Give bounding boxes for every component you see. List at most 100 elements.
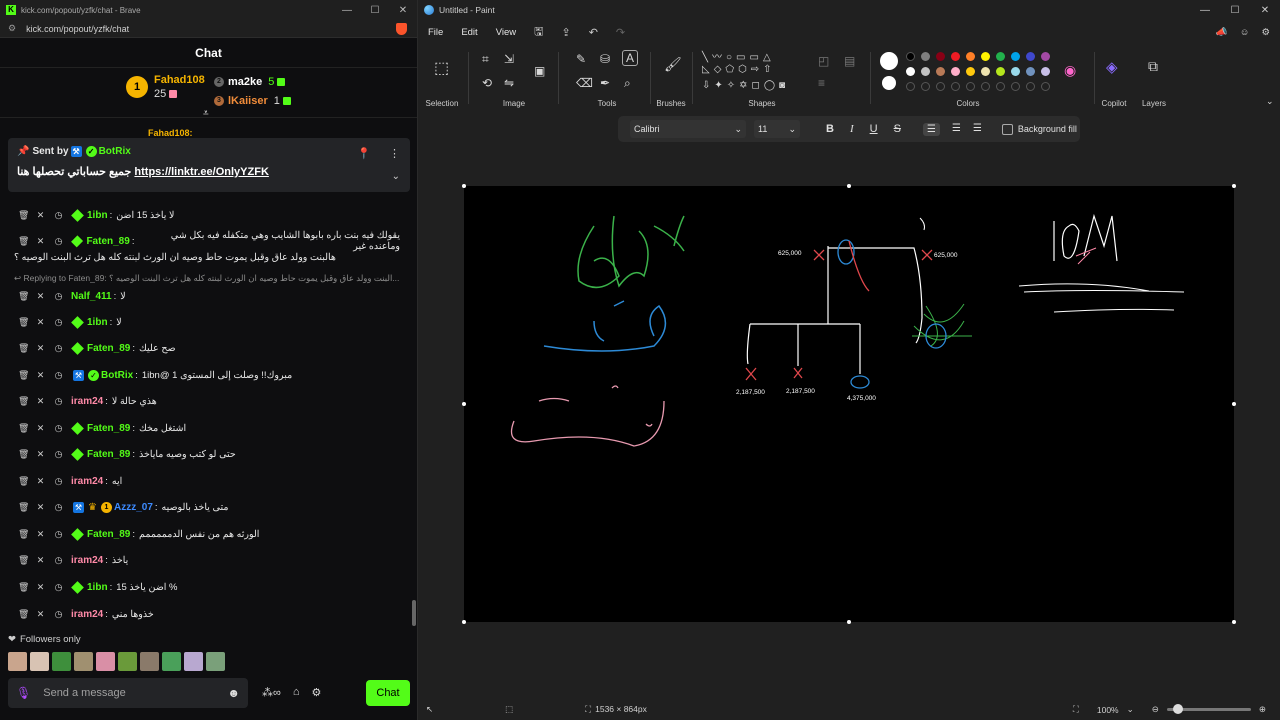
- delete-icon[interactable]: 🗑: [18, 343, 29, 354]
- chat-message[interactable]: 🗑 ✕ ◷ iram24: ايه: [0, 472, 400, 490]
- ban-icon[interactable]: ✕: [36, 449, 45, 460]
- chat-username[interactable]: Azzz_07: [114, 502, 153, 513]
- message-input[interactable]: 🎙 Send a message ☻: [8, 678, 248, 708]
- chat-message[interactable]: 🗑 ✕ ◷ 1ibn: لا: [0, 313, 400, 331]
- palette-swatch[interactable]: [981, 52, 990, 61]
- chat-message[interactable]: 🗑 ✕ ◷ ⚒ ✓ BotRix: مبروك!! وصلت إلى المستوى 1 @…: [0, 366, 400, 384]
- maximize-icon[interactable]: ☐: [1220, 5, 1250, 16]
- emote-9[interactable]: [184, 652, 203, 671]
- ban-icon[interactable]: ✕: [36, 236, 45, 247]
- timeout-icon[interactable]: ◷: [54, 210, 63, 221]
- custom-color-slot[interactable]: [921, 82, 930, 91]
- store-icon[interactable]: ⌂: [293, 686, 300, 699]
- emoji-icon[interactable]: ☻: [227, 686, 240, 700]
- chat-message[interactable]: 🗑 ✕ ◷ Faten_89: الورثه هم من نفس الدمممممم: [0, 525, 400, 543]
- ban-icon[interactable]: ✕: [36, 582, 45, 593]
- chevron-down-icon[interactable]: ⌄: [1127, 704, 1134, 715]
- chat-username[interactable]: 1ibn: [87, 210, 108, 221]
- palette-swatch[interactable]: [981, 67, 990, 76]
- chat-username[interactable]: Faten_89: [87, 449, 130, 460]
- chat-username[interactable]: Faten_89: [87, 423, 130, 434]
- chat-username[interactable]: 1ibn: [87, 582, 108, 593]
- chat-username[interactable]: iram24: [71, 609, 103, 620]
- palette-swatch[interactable]: [906, 52, 915, 61]
- timeout-icon[interactable]: ◷: [54, 370, 63, 381]
- timeout-icon[interactable]: ◷: [54, 317, 63, 328]
- color-picker-icon[interactable]: ✒: [600, 76, 610, 90]
- chat-username[interactable]: BotRix: [101, 370, 133, 381]
- custom-color-slot[interactable]: [1011, 82, 1020, 91]
- pinned-sender[interactable]: BotRix: [99, 146, 131, 157]
- timeout-icon[interactable]: ◷: [54, 609, 63, 620]
- feedback-icon[interactable]: 📣: [1216, 27, 1228, 38]
- timeout-icon[interactable]: ◷: [54, 502, 63, 513]
- canvas-resize-handle[interactable]: [847, 620, 851, 624]
- palette-swatch[interactable]: [966, 52, 975, 61]
- palette-swatch[interactable]: [996, 67, 1005, 76]
- fit-to-window-icon[interactable]: ⛶: [1073, 704, 1079, 715]
- chat-message[interactable]: 🗑 ✕ ◷ Faten_89: حتى لو كتب وصيه ماياخذ: [0, 445, 400, 463]
- chat-message[interactable]: 🗑 ✕ ◷ iram24: هذي حالة لا: [0, 392, 400, 410]
- color-2-swatch[interactable]: [882, 76, 896, 90]
- font-size-select[interactable]: 11 ⌄: [754, 120, 800, 138]
- palette-swatch[interactable]: [966, 67, 975, 76]
- timeout-icon[interactable]: ◷: [54, 449, 63, 460]
- layers-icon[interactable]: ⧉: [1148, 58, 1158, 75]
- address-bar[interactable]: ⚙ kick.com/popout/yzfk/chat: [0, 20, 417, 38]
- timeout-icon[interactable]: ◷: [54, 343, 63, 354]
- shapes-row-3[interactable]: ⇩✦✧✡◻◯◙: [702, 80, 789, 91]
- canvas-resize-handle[interactable]: [1232, 620, 1236, 624]
- timeout-icon[interactable]: ◷: [54, 476, 63, 487]
- zoom-level[interactable]: 100%: [1097, 705, 1119, 715]
- canvas-resize-handle[interactable]: [1232, 184, 1236, 188]
- custom-color-slot[interactable]: [981, 82, 990, 91]
- menu-file[interactable]: File: [428, 27, 443, 38]
- palette-swatch[interactable]: [921, 67, 930, 76]
- custom-color-slot[interactable]: [996, 82, 1005, 91]
- microphone-icon[interactable]: 🎙: [16, 686, 31, 700]
- unpin-icon[interactable]: 📍: [357, 147, 371, 160]
- delete-icon[interactable]: 🗑: [18, 582, 29, 593]
- timeout-icon[interactable]: ◷: [54, 529, 63, 540]
- ban-icon[interactable]: ✕: [36, 291, 45, 302]
- palette-swatch[interactable]: [1026, 67, 1035, 76]
- shape-fill-icon[interactable]: ▤: [844, 54, 855, 68]
- ban-icon[interactable]: ✕: [36, 370, 45, 381]
- palette-swatch[interactable]: [906, 67, 915, 76]
- canvas-resize-handle[interactable]: [847, 184, 851, 188]
- pencil-icon[interactable]: ✎: [576, 52, 586, 66]
- palette-swatch[interactable]: [951, 52, 960, 61]
- palette-swatch[interactable]: [1041, 67, 1050, 76]
- chat-username[interactable]: Faten_89: [87, 529, 130, 540]
- timeout-icon[interactable]: ◷: [54, 236, 63, 247]
- zoom-slider-knob[interactable]: [1172, 704, 1183, 714]
- chat-message[interactable]: 🗑 ✕ ◷ 1ibn: لا ياخذ 15 اضن: [0, 206, 400, 224]
- strikethrough-icon[interactable]: S: [894, 123, 901, 135]
- emote-1[interactable]: [8, 652, 27, 671]
- canvas-resize-handle[interactable]: [462, 184, 466, 188]
- bold-icon[interactable]: B: [826, 123, 834, 135]
- ban-icon[interactable]: ✕: [36, 396, 45, 407]
- ban-icon[interactable]: ✕: [36, 555, 45, 566]
- delete-icon[interactable]: 🗑: [18, 449, 29, 460]
- ban-icon[interactable]: ✕: [36, 476, 45, 487]
- timeout-icon[interactable]: ◷: [54, 423, 63, 434]
- minimize-icon[interactable]: —: [333, 5, 361, 16]
- ban-icon[interactable]: ✕: [36, 210, 45, 221]
- emote-2[interactable]: [30, 652, 49, 671]
- emote-8[interactable]: [162, 652, 181, 671]
- chat-message[interactable]: هالبنت وولد عاق وقبل يموت حاط وصيه ان ال…: [0, 248, 400, 266]
- chat-username[interactable]: Nalf_411: [71, 291, 112, 302]
- chat-message[interactable]: 🗑 ✕ ◷ ⚒ ♛ 1 Azzz_07: متى ياخذ بالوصيه: [0, 498, 400, 516]
- chat-message[interactable]: 🗑 ✕ ◷ Faten_89: اشتغل مخك: [0, 419, 400, 437]
- chat-username[interactable]: 1ibn: [87, 317, 108, 328]
- brush-icon[interactable]: 🖌: [664, 56, 682, 73]
- timeout-icon[interactable]: ◷: [54, 555, 63, 566]
- delete-icon[interactable]: 🗑: [18, 609, 29, 620]
- chat-username[interactable]: Faten_89: [86, 236, 129, 247]
- image-creator-icon[interactable]: ▣: [534, 64, 545, 78]
- size-icon[interactable]: ≡: [818, 76, 825, 90]
- timeout-icon[interactable]: ◷: [54, 291, 63, 302]
- chat-message[interactable]: 🗑 ✕ ◷ 1ibn:% اضن ياخذ 15: [0, 578, 400, 596]
- custom-color-slot[interactable]: [966, 82, 975, 91]
